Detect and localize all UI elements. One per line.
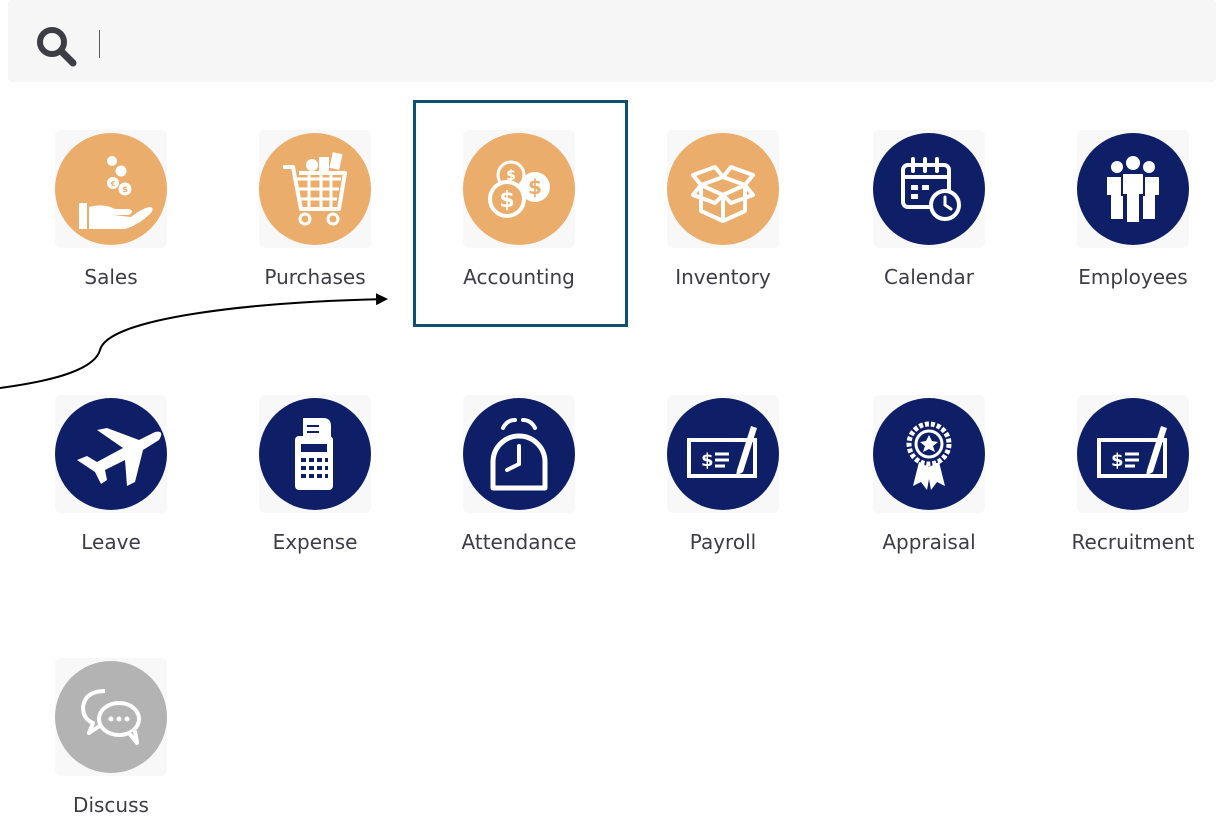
app-launcher: € $ Sales Purchases $ $ $ Accounting Inv…	[0, 0, 1216, 819]
annotation-arrow	[0, 293, 388, 389]
